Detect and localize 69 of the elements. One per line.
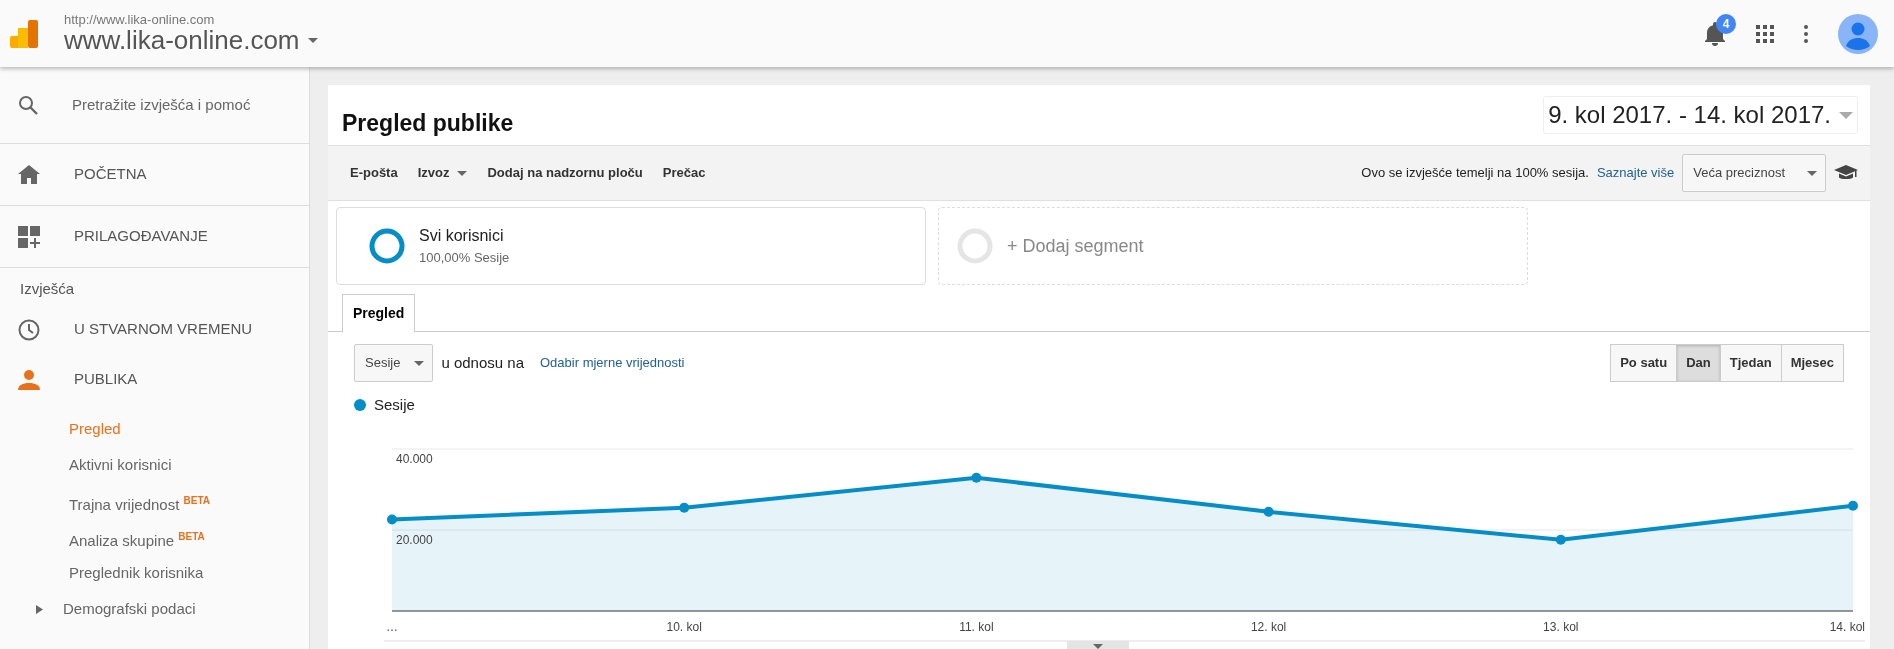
notification-count: 4	[1716, 13, 1736, 34]
nav-item[interactable]: POČETNA	[0, 144, 309, 206]
beta-label: BETA	[178, 530, 205, 542]
compare-label: u odnosu na	[441, 352, 524, 373]
timescale-button[interactable]: Dan	[1676, 344, 1721, 382]
caret-icon	[1807, 170, 1817, 176]
segment-detail: 100,00% Sesije	[419, 249, 510, 268]
x-axis-label: 11. kol	[959, 619, 994, 634]
caret-icon	[307, 37, 318, 43]
data-point	[1848, 500, 1858, 511]
nav-item[interactable]: PRILAGOĐAVANJE	[0, 206, 309, 268]
y-axis-label: 20.000	[396, 532, 433, 547]
page-title: Pregled publike	[342, 108, 514, 138]
sampling-notice: Ovo se izvješće temelji na 100% sesija.	[1361, 164, 1589, 183]
timescale-button[interactable]: Mjesec	[1780, 344, 1844, 382]
toolbar-button[interactable]: E-pošta	[340, 163, 408, 183]
nav-subitem[interactable]: Trajna vrijednost $^{BETA}$	[0, 482, 309, 519]
legend-dot-icon	[354, 399, 366, 412]
graduation-cap-icon[interactable]	[1834, 165, 1858, 181]
segment-ring-icon	[957, 228, 993, 264]
legend-label: Sesije	[374, 395, 415, 415]
segment-ring-icon	[369, 228, 405, 264]
toolbar-button[interactable]: Izvoz	[407, 163, 478, 183]
y-axis-label: 40.000	[396, 451, 433, 466]
search-field[interactable]: Pretražite izvješća i pomoć	[0, 67, 309, 144]
select-metric-link[interactable]: Odabir mjerne vrijednosti	[540, 353, 685, 373]
add-segment-button[interactable]: + Dodaj segment	[938, 207, 1528, 285]
expand-arrow-icon	[36, 605, 43, 615]
report-tab[interactable]: Pregled	[342, 294, 416, 332]
x-axis-label: 10. kol	[666, 619, 702, 634]
precision-dropdown[interactable]: Veća preciznost	[1682, 154, 1826, 192]
search-icon	[18, 95, 38, 115]
nav-item[interactable]: PUBLIKA	[0, 354, 309, 405]
home-icon	[18, 165, 40, 184]
nav-subitem[interactable]: Aktivni korisnici	[0, 446, 309, 483]
toolbar-button[interactable]: Dodaj na nadzornu ploču	[477, 163, 653, 183]
avatar-icon[interactable]	[1838, 13, 1878, 54]
account-url: http://www.lika-online.com	[64, 12, 216, 26]
timescale-button[interactable]: Po satu	[1610, 344, 1678, 382]
more-options-icon[interactable]	[1804, 24, 1808, 43]
chart-resize-handle[interactable]	[1067, 640, 1129, 649]
caret-icon	[1093, 644, 1103, 649]
toolbar-button[interactable]: Prečac	[652, 163, 716, 183]
caret-icon	[457, 170, 468, 176]
section-heading: Izvješća	[19, 279, 76, 299]
data-point	[971, 472, 982, 483]
x-axis-label: 12. kol	[1250, 619, 1287, 634]
beta-label: BETA	[183, 494, 210, 506]
date-range-selector[interactable]: 9. kol 2017. - 14. kol 2017.	[1543, 96, 1858, 134]
nav-item[interactable]: U STVARNOM VREMENU	[0, 304, 309, 355]
nav-subitem[interactable]: Analiza skupine $^{BETA}$	[0, 518, 309, 555]
timescale-button[interactable]: Tjedan	[1719, 344, 1782, 382]
x-axis-label: …	[386, 619, 398, 634]
metric-dropdown[interactable]: Sesije	[354, 344, 434, 382]
data-point	[387, 513, 397, 524]
nav-subitem[interactable]: Demografski podaci	[0, 590, 309, 627]
data-point	[679, 502, 690, 513]
x-axis-label: 14. kol	[1829, 619, 1865, 634]
x-axis-label: 13. kol	[1543, 619, 1579, 634]
analytics-logo-icon	[10, 19, 38, 48]
caret-icon	[414, 360, 425, 366]
apps-grid-icon[interactable]	[1756, 24, 1774, 43]
data-point	[1263, 506, 1274, 517]
segment-name: Svi korisnici	[419, 226, 505, 247]
learn-more-link[interactable]: Saznajte više	[1596, 163, 1675, 183]
data-point	[1555, 534, 1566, 545]
caret-icon	[1839, 111, 1853, 119]
dashboard-add-icon	[18, 225, 40, 248]
nav-subitem[interactable]: Preglednik korisnika	[0, 554, 309, 591]
